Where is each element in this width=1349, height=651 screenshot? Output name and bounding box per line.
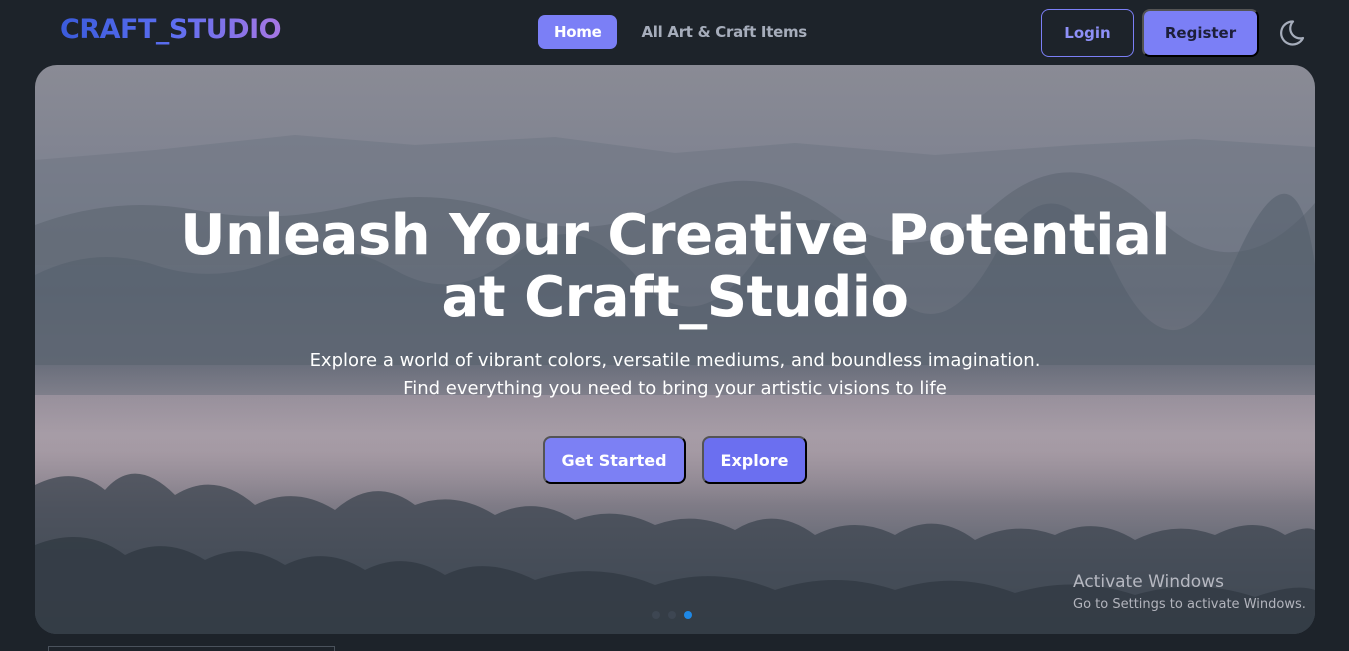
- hero-title: Unleash Your Creative Potential at Craft…: [180, 203, 1170, 330]
- login-button[interactable]: Login: [1041, 9, 1134, 57]
- hero-banner: Unleash Your Creative Potential at Craft…: [35, 65, 1315, 634]
- hero-subtitle-line-1: Explore a world of vibrant colors, versa…: [309, 350, 1041, 371]
- watermark-subtitle: Go to Settings to activate Windows.: [1073, 597, 1306, 612]
- hero-buttons: Get Started Explore: [35, 436, 1315, 484]
- explore-button[interactable]: Explore: [701, 436, 808, 484]
- nav-link-home[interactable]: Home: [538, 15, 618, 49]
- register-button[interactable]: Register: [1142, 9, 1259, 57]
- next-section-edge: [48, 646, 335, 651]
- hero-subtitle-line-2: Find everything you need to bring your a…: [403, 378, 947, 399]
- carousel-indicators: [652, 611, 692, 619]
- carousel-dot-2[interactable]: [668, 611, 676, 619]
- main-nav: Home All Art & Craft Items: [538, 15, 807, 49]
- brand-logo[interactable]: CRAFT_STUDIO: [60, 14, 282, 45]
- watermark-title: Activate Windows: [1073, 572, 1224, 592]
- navbar: CRAFT_STUDIO Home All Art & Craft Items …: [0, 0, 1349, 66]
- moon-icon: [1280, 20, 1305, 46]
- activate-windows-watermark: Activate Windows Go to Settings to activ…: [1073, 571, 1306, 615]
- theme-toggle-button[interactable]: [1276, 18, 1306, 48]
- carousel-dot-3[interactable]: [684, 611, 692, 619]
- carousel-dot-1[interactable]: [652, 611, 660, 619]
- get-started-button[interactable]: Get Started: [542, 436, 686, 484]
- nav-link-all-items[interactable]: All Art & Craft Items: [641, 15, 807, 49]
- hero-subtitle: Explore a world of vibrant colors, versa…: [35, 347, 1315, 403]
- hero-content: Unleash Your Creative Potential at Craft…: [35, 205, 1315, 484]
